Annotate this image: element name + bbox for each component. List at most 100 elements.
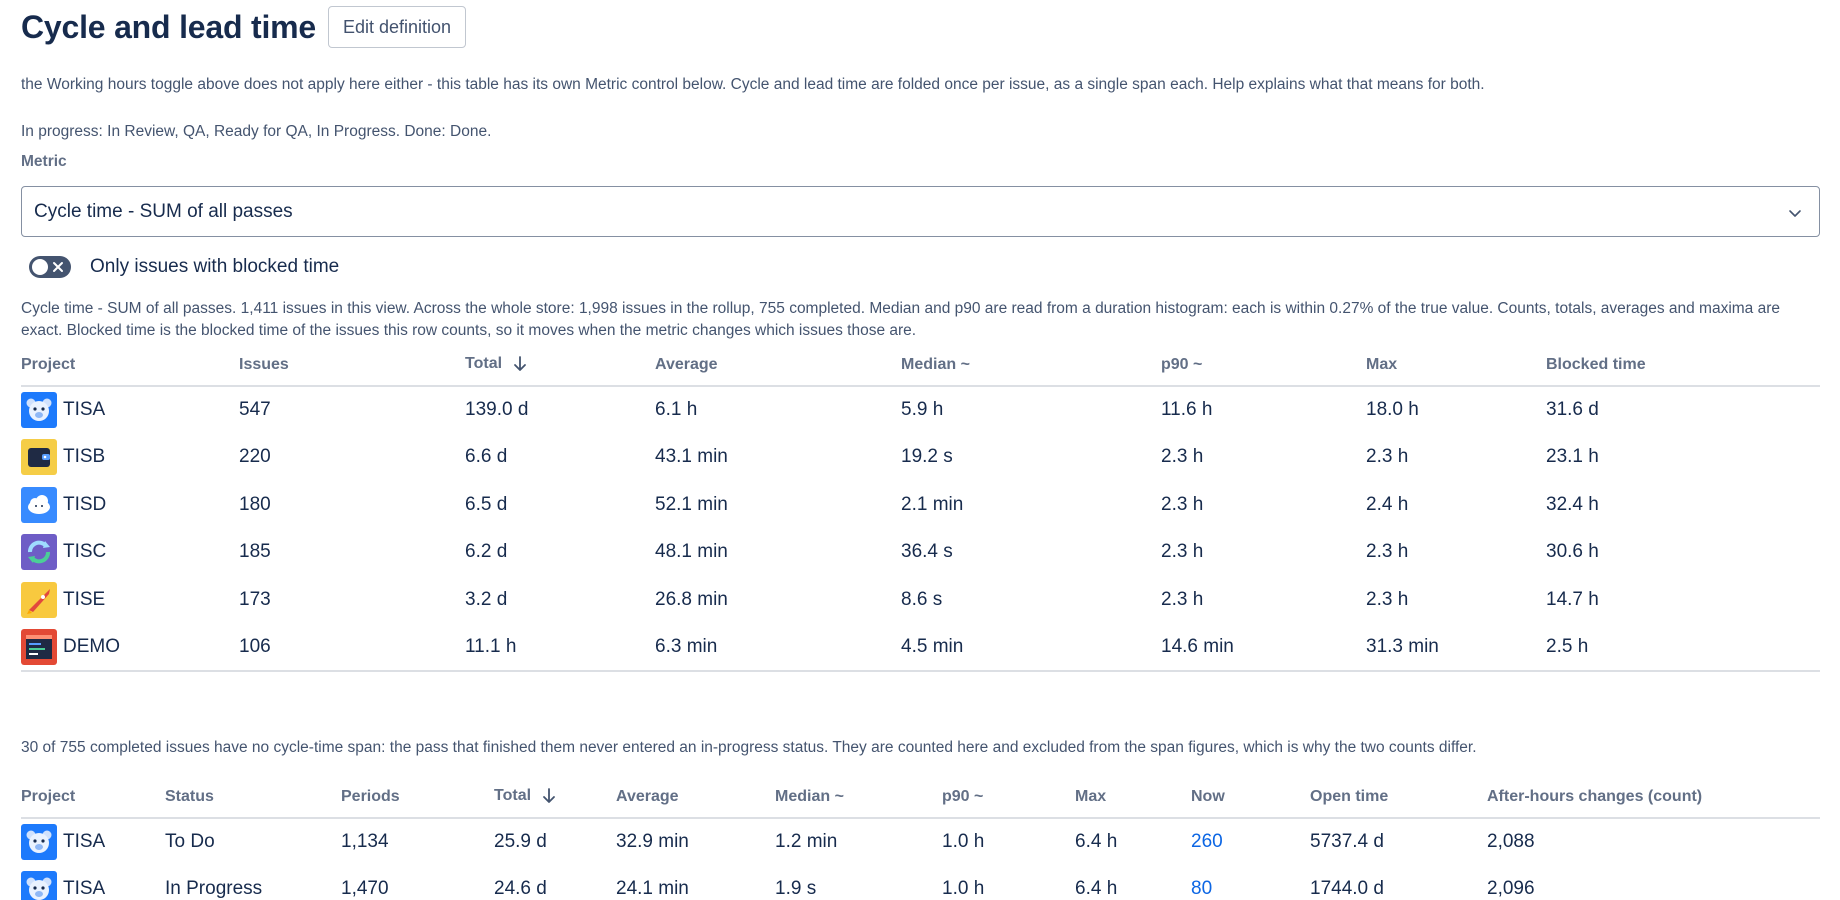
median-cell: 8.6 s [901,588,943,610]
average-cell: 32.9 min [616,831,689,853]
project-name: TISC [63,541,107,563]
blocked-time-toggle[interactable] [29,256,71,278]
table-row[interactable]: TISA 547 139.0 d 6.1 h 5.9 h 11.6 h 18.0 h 31.6… [21,386,1820,434]
max-cell: 31.3 min [1366,623,1546,672]
table-row[interactable]: DEMO 106 11.1 h 6.3 min 4.5 min 14.6 min 31.3 … [21,623,1820,672]
column-header-project[interactable]: Project [21,776,165,819]
column-header-label: Total [494,787,532,805]
column-header-after-hours-changes-count[interactable]: After-hours changes (count) [1487,776,1820,819]
metric-label: Metric [21,153,67,170]
table-row[interactable]: TISC 185 6.2 d 48.1 min 36.4 s 2.3 h 2.3 h 30.6… [21,529,1820,577]
project-cell: TISA [21,866,165,900]
status-cell: In Progress [165,878,263,900]
median-cell: 36.4 s [901,541,953,563]
blocked-time-toggle-row: Only issues with blocked time [29,256,339,278]
status-definition: In progress: In Review, QA, Ready for QA… [21,123,492,140]
table-row[interactable]: TISA In Progress 1,470 24.6 d 24.1 min 1.9 s 1… [21,866,1820,900]
column-header-now[interactable]: Now [1191,776,1310,819]
arrow-down-icon [514,356,526,372]
open-time-cell: 5737.4 d [1310,831,1384,853]
blocked-time-cell: 14.7 h [1546,588,1599,610]
edit-definition-button[interactable]: Edit definition [327,6,467,48]
column-header-total[interactable]: Total [494,776,616,819]
max-cell: 18.0 h [1366,399,1419,421]
column-header-median[interactable]: Median ~ [775,776,942,819]
column-header-periods[interactable]: Periods [341,776,494,819]
cycle-time-table: Project Issues Total Average Median ~ p90 ~ Ma… [21,344,1820,672]
p90-cell: 11.6 h [1161,399,1213,421]
issues-cell: 220 [239,446,271,468]
column-header-label: p90 ~ [1161,355,1203,373]
column-header-status[interactable]: Status [165,776,341,819]
median-cell: 1.2 min [775,831,838,853]
status-time-table: Project Status Periods Total Average Median ~… [21,776,1820,900]
bear-icon [21,871,57,900]
issues-cell: 180 [239,493,271,515]
column-header-label: Average [655,355,718,373]
project-label: TISB [21,439,239,476]
column-header-label: Project [21,787,76,805]
column-header-label: Total [465,355,503,373]
total-cell: 6.5 d [465,493,508,515]
table-header-row: Project Status Periods Total Average Median ~… [21,776,1820,819]
table-row[interactable]: TISA To Do 1,134 25.9 d 32.9 min 1.2 min 1.0 h… [21,818,1820,866]
column-header-max[interactable]: Max [1366,344,1546,387]
column-header-label: Project [21,355,76,373]
column-header-label: Blocked time [1546,355,1646,373]
rocket-icon [21,581,57,618]
column-header-label: Open time [1310,787,1389,805]
column-header-p90[interactable]: p90 ~ [1161,344,1366,387]
metric-select[interactable]: Cycle time - SUM of all passes [21,186,1820,237]
column-header-label: Status [165,787,214,805]
metric-selected-value: Cycle time - SUM of all passes [34,200,293,222]
project-label: TISE [21,581,239,618]
average-cell: 24.1 min [616,878,689,900]
now-cell[interactable]: 80 [1191,866,1310,900]
average-cell: 52.1 min [655,493,728,515]
total-cell: 6.2 d [465,541,508,563]
project-name: TISA [63,878,106,900]
column-header-open-time[interactable]: Open time [1310,776,1487,819]
column-header-issues[interactable]: Issues [239,344,465,387]
chevron-down-icon [1789,210,1801,217]
median-cell: 2.1 min [901,493,964,515]
metric-summary: Cycle time - SUM of all passes. 1,411 is… [21,300,1781,339]
column-header-label: Median ~ [775,787,844,805]
screen-icon [21,628,57,665]
issues-cell: 106 [239,623,465,672]
max-cell: 2.3 h [1366,541,1409,563]
max-cell: 2.3 h [1366,588,1409,610]
column-header-project[interactable]: Project [21,344,239,387]
project-cell: TISE [21,576,239,624]
p90-cell: 2.3 h [1161,446,1204,468]
average-cell: 6.3 min [655,623,901,672]
project-cell: TISC [21,529,239,577]
issues-cell: 173 [239,588,271,610]
average-cell: 43.1 min [655,446,728,468]
column-header-max[interactable]: Max [1075,776,1191,819]
project-cell: TISD [21,481,239,529]
issues-cell: 185 [239,541,271,563]
now-cell[interactable]: 260 [1191,818,1310,866]
table-row[interactable]: TISE 173 3.2 d 26.8 min 8.6 s 2.3 h 2.3 h 14.7 … [21,576,1820,624]
column-header-label: Max [1075,787,1107,805]
column-header-blocked-time[interactable]: Blocked time [1546,344,1820,387]
column-header-average[interactable]: Average [616,776,775,819]
total-cell: 6.6 d [465,446,508,468]
max-cell: 2.4 h [1366,493,1409,515]
toggle-knob [32,259,48,275]
blocked-time-cell: 30.6 h [1546,541,1599,563]
column-header-median[interactable]: Median ~ [901,344,1161,387]
p90-cell: 1.0 h [942,831,985,853]
total-cell: 25.9 d [494,831,547,853]
p90-cell: 2.3 h [1161,493,1204,515]
column-header-label: Average [616,787,679,805]
column-header-average[interactable]: Average [655,344,901,387]
blocked-time-toggle-label: Only issues with blocked time [90,256,340,277]
issues-cell: 547 [239,399,271,421]
column-header-p90[interactable]: p90 ~ [942,776,1075,819]
column-header-total[interactable]: Total [465,344,655,387]
table-row[interactable]: TISB 220 6.6 d 43.1 min 19.2 s 2.3 h 2.3 h 23.1… [21,434,1820,482]
total-cell: 24.6 d [494,878,547,900]
table-row[interactable]: TISD 180 6.5 d 52.1 min 2.1 min 2.3 h 2.4 h 32.… [21,481,1820,529]
